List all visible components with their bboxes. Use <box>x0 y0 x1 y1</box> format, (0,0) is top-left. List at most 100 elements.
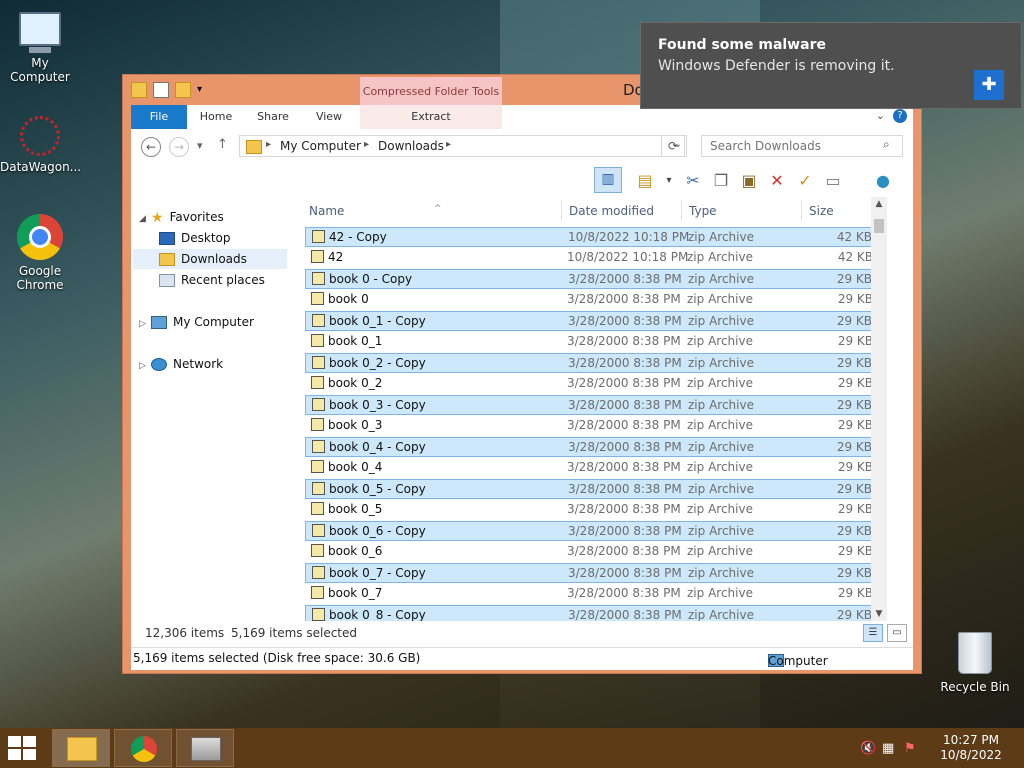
breadcrumb-my-computer[interactable]: My Computer <box>280 139 361 153</box>
nav-label: Downloads <box>181 252 247 266</box>
network-icon <box>151 358 167 371</box>
tab-home[interactable]: Home <box>191 105 241 129</box>
table-row[interactable]: book 0_7 3/28/2000 8:38 PM zip Archive 29 K… <box>305 584 877 604</box>
new-folder-icon[interactable] <box>175 82 191 98</box>
chevron-right-icon[interactable]: ▷ <box>139 314 149 334</box>
table-row[interactable]: book 0_1 - Copy 3/28/2000 8:38 PM zip Arch… <box>305 311 877 331</box>
nav-favorites[interactable]: ◢ ★ Favorites <box>139 207 224 227</box>
taskbar-chrome[interactable] <box>114 729 172 767</box>
chevron-down-icon[interactable]: ▾ <box>197 83 202 97</box>
column-header-date-modified[interactable]: Date modified <box>569 197 654 225</box>
table-row[interactable]: book 0_1 3/28/2000 8:38 PM zip Archive 29 K… <box>305 332 877 352</box>
tab-view[interactable]: View <box>305 105 353 129</box>
table-row[interactable]: book 0 - Copy 3/28/2000 8:38 PM zip Archiv… <box>305 269 877 289</box>
folder-icon[interactable] <box>131 82 147 98</box>
nav-recent-places[interactable]: Recent places <box>159 270 265 290</box>
desktop-icon-my-computer[interactable]: My Computer <box>0 12 80 84</box>
table-row[interactable]: book 0_4 - Copy 3/28/2000 8:38 PM zip Arch… <box>305 437 877 457</box>
scroll-up-icon[interactable]: ▲ <box>871 199 887 209</box>
globe-icon[interactable]: ● <box>871 169 895 193</box>
table-row[interactable]: book 0_7 - Copy 3/28/2000 8:38 PM zip Arch… <box>305 563 877 583</box>
chevron-down-icon[interactable]: ⌄ <box>876 109 885 123</box>
desktop-icon-google-chrome[interactable]: Google Chrome <box>0 214 80 292</box>
file-name: book 0_6 <box>311 542 382 562</box>
recent-locations-icon[interactable]: ▾ <box>197 139 203 152</box>
column-header-size[interactable]: Size <box>809 197 834 225</box>
table-row[interactable]: book 0_2 3/28/2000 8:38 PM zip Archive 29 K… <box>305 374 877 394</box>
chevron-right-icon[interactable]: ▷ <box>139 356 149 376</box>
paste-icon[interactable]: ▣ <box>737 169 761 193</box>
zip-archive-icon <box>312 566 325 579</box>
help-icon[interactable]: ? <box>893 109 907 123</box>
nav-my-computer[interactable]: ▷ My Computer <box>139 312 254 332</box>
cut-icon[interactable]: ✂ <box>681 169 705 193</box>
search-input[interactable] <box>701 135 903 157</box>
properties-icon[interactable] <box>153 82 169 98</box>
clock-date: 10/8/2022 <box>940 748 1002 762</box>
delete-icon[interactable]: ✕ <box>765 169 789 193</box>
back-button[interactable]: ← <box>141 137 161 157</box>
volume-muted-icon[interactable]: 🔇 <box>860 741 876 756</box>
column-header-name[interactable]: Name ^ <box>309 197 563 225</box>
tab-file[interactable]: File <box>131 105 187 129</box>
details-text: 5,169 items selected (Disk free space: 3… <box>133 651 421 665</box>
taskbar-drive-app[interactable] <box>176 729 234 767</box>
clock[interactable]: 10:27 PM 10/8/2022 <box>936 733 1006 763</box>
column-header-type[interactable]: Type <box>689 197 717 225</box>
column-divider[interactable] <box>801 201 802 221</box>
table-row[interactable]: 42 10/8/2022 10:18 PM zip Archive 42 KB <box>305 248 877 268</box>
file-name-text: book 0 <box>328 292 369 306</box>
forward-button[interactable]: → <box>169 137 189 157</box>
scrollbar-thumb[interactable] <box>874 219 884 233</box>
table-row[interactable]: book 0_8 - Copy 3/28/2000 8:38 PM zip Arch… <box>305 605 877 621</box>
table-row[interactable]: book 0_6 3/28/2000 8:38 PM zip Archive 29 K… <box>305 542 877 562</box>
tab-extract[interactable]: Extract <box>360 105 502 129</box>
chevron-right-icon[interactable]: ▸ <box>446 139 451 150</box>
copy-icon[interactable]: ❐ <box>709 169 733 193</box>
file-date: 3/28/2000 8:38 PM <box>568 440 682 454</box>
table-row[interactable]: book 0 3/28/2000 8:38 PM zip Archive 29 KB <box>305 290 877 310</box>
desktop-icon-datawagon[interactable]: DataWagon... <box>0 116 81 174</box>
nav-network[interactable]: ▷ Network <box>139 354 223 374</box>
file-size: 29 KB <box>836 272 872 286</box>
table-row[interactable]: book 0_5 3/28/2000 8:38 PM zip Archive 29 K… <box>305 500 877 520</box>
search-icon[interactable]: ⌕ <box>883 137 890 152</box>
table-row[interactable]: book 0_5 - Copy 3/28/2000 8:38 PM zip Arch… <box>305 479 877 499</box>
network-status-icon[interactable]: ▦ <box>882 741 894 756</box>
address-bar[interactable]: ▸ My Computer ▸ Downloads ▸ ⌄ <box>239 135 687 157</box>
table-row[interactable]: book 0_6 - Copy 3/28/2000 8:38 PM zip Arch… <box>305 521 877 541</box>
preview-pane-button[interactable]: ▥ <box>594 167 622 193</box>
up-button[interactable]: ↑ <box>217 137 228 152</box>
table-row[interactable]: book 0_2 - Copy 3/28/2000 8:38 PM zip Arch… <box>305 353 877 373</box>
chevron-right-icon[interactable]: ▸ <box>266 139 271 150</box>
column-divider[interactable] <box>681 201 682 221</box>
malware-toast[interactable]: Found some malware Windows Defender is r… <box>640 22 1022 109</box>
checkmark-icon[interactable]: ✓ <box>793 169 817 193</box>
refresh-button[interactable]: ⟳ <box>661 135 685 157</box>
start-button[interactable] <box>8 736 38 760</box>
nav-desktop[interactable]: Desktop <box>159 228 231 248</box>
column-divider[interactable] <box>561 201 562 221</box>
desktop-icon-recycle-bin[interactable]: Recycle Bin <box>935 632 1015 694</box>
table-row[interactable]: book 0_3 - Copy 3/28/2000 8:38 PM zip Arch… <box>305 395 877 415</box>
details-view-icon[interactable]: ☰ <box>863 624 883 642</box>
chevron-down-icon[interactable]: ▾ <box>657 169 681 193</box>
file-size: 29 KB <box>836 356 872 370</box>
table-row[interactable]: book 0_4 3/28/2000 8:38 PM zip Archive 29 K… <box>305 458 877 478</box>
scroll-down-icon[interactable]: ▼ <box>871 609 887 619</box>
breadcrumb-downloads[interactable]: Downloads <box>378 139 444 153</box>
taskbar-file-explorer[interactable] <box>52 729 110 767</box>
table-row[interactable]: book 0_3 3/28/2000 8:38 PM zip Archive 29 K… <box>305 416 877 436</box>
rename-icon[interactable]: ▭ <box>821 169 845 193</box>
nav-downloads[interactable]: Downloads <box>133 249 287 269</box>
large-icons-view-icon[interactable]: ▭ <box>887 624 907 642</box>
folder-options-icon[interactable]: ▤ <box>633 169 657 193</box>
file-type: zip Archive <box>687 544 753 558</box>
action-center-icon[interactable]: ⚑ <box>904 741 916 756</box>
table-row[interactable]: 42 - Copy 10/8/2022 10:18 PM zip Archive 42… <box>305 227 877 247</box>
chevron-right-icon[interactable]: ▸ <box>364 139 369 150</box>
vertical-scrollbar[interactable]: ▲ ▼ <box>871 197 887 621</box>
tab-share[interactable]: Share <box>247 105 299 129</box>
file-name-text: book 0_5 - Copy <box>329 482 426 496</box>
chevron-down-icon[interactable]: ◢ <box>139 209 149 229</box>
